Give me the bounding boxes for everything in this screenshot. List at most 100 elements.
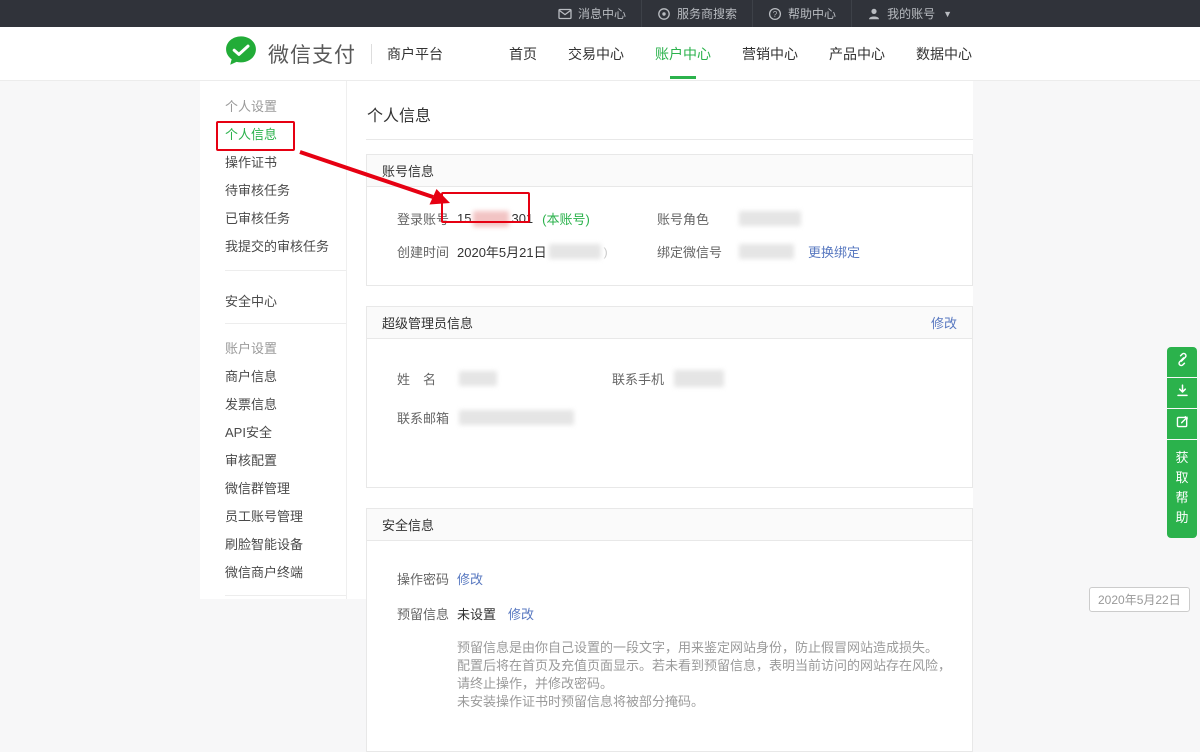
security-info-card-body: 操作密码 修改 预留信息 未设置 修改 预留信息是由你自己设置的一段文字，用来鉴… <box>367 541 972 751</box>
topbar-message-label: 消息中心 <box>578 5 626 22</box>
brand-title: 微信支付 <box>268 39 356 69</box>
user-icon <box>867 7 881 21</box>
date-tooltip: 2020年5月22日 <box>1089 587 1190 612</box>
divider <box>371 44 372 64</box>
created-time-label: 创建时间 <box>397 242 457 261</box>
download-button[interactable] <box>1167 378 1197 408</box>
login-account-label: 登录账号 <box>397 209 457 228</box>
sidebar-item-api-security[interactable]: API安全 <box>200 419 346 447</box>
main-content: 个人信息 账号信息 登录账号 15301 (本账号) <box>347 81 973 599</box>
redacted-account-role <box>739 211 801 226</box>
modify-reserved-info-link[interactable]: 修改 <box>508 604 534 623</box>
divider <box>366 139 973 140</box>
super-admin-card-body: 姓 名 联系手机 联系邮箱 <box>367 339 972 487</box>
divider <box>225 323 346 324</box>
account-info-card-body: 登录账号 15301 (本账号) 账号角色 <box>367 187 972 285</box>
sidebar-item-staff-account-management[interactable]: 员工账号管理 <box>200 503 346 531</box>
security-info-card-header: 安全信息 <box>367 509 972 541</box>
sidebar-group-account-settings: 账户设置 <box>200 335 346 363</box>
sidebar: 个人设置 个人信息 操作证书 待审核任务 已审核任务 我提交的审核任务 安全中心… <box>200 81 347 599</box>
header: 微信支付 商户平台 首页 交易中心 账户中心 营销中心 产品中心 数据中心 <box>0 27 1200 81</box>
sidebar-item-reviewed-tasks[interactable]: 已审核任务 <box>200 205 346 233</box>
svg-text:?: ? <box>773 9 778 18</box>
paren-fragment: ) <box>604 245 608 259</box>
topbar-service-search[interactable]: 服务商搜索 <box>641 0 752 27</box>
page-title: 个人信息 <box>366 100 973 126</box>
modify-password-link[interactable]: 修改 <box>457 569 483 588</box>
link-icon <box>1175 352 1190 372</box>
topbar-my-account-label: 我的账号 <box>887 5 935 22</box>
account-info-card-header: 账号信息 <box>367 155 972 187</box>
topbar-message-center[interactable]: 消息中心 <box>543 0 641 27</box>
main-nav: 首页 交易中心 账户中心 营销中心 产品中心 数据中心 <box>507 27 974 81</box>
nav-home[interactable]: 首页 <box>507 40 539 68</box>
divider <box>225 595 346 596</box>
operation-password-row: 操作密码 修改 <box>397 569 952 588</box>
get-help-button[interactable]: 获取帮助 <box>1167 440 1197 538</box>
sidebar-item-my-submitted-review-tasks[interactable]: 我提交的审核任务 <box>200 233 346 261</box>
sidebar-item-operation-certificate[interactable]: 操作证书 <box>200 149 346 177</box>
service-search-icon <box>657 7 671 21</box>
sidebar-item-security-center[interactable]: 安全中心 <box>200 288 346 316</box>
nav-transaction-center[interactable]: 交易中心 <box>566 40 626 68</box>
redacted-contact-phone <box>674 370 724 387</box>
nav-marketing-center[interactable]: 营销中心 <box>740 40 800 68</box>
sidebar-item-pending-review-tasks[interactable]: 待审核任务 <box>200 177 346 205</box>
brand-area: 微信支付 商户平台 <box>224 34 443 73</box>
login-account-value: 15301 (本账号) <box>457 209 590 228</box>
reserved-info-row: 预留信息 未设置 修改 <box>397 604 952 623</box>
topbar-help-center[interactable]: ? 帮助中心 <box>752 0 851 27</box>
super-admin-card-header: 超级管理员信息 修改 <box>367 307 972 339</box>
divider <box>225 270 346 271</box>
topbar-my-account[interactable]: 我的账号 ▼ <box>851 0 967 27</box>
security-info-card: 安全信息 操作密码 修改 预留信息 未设置 修改 <box>366 508 973 752</box>
sidebar-item-invoice-info[interactable]: 发票信息 <box>200 391 346 419</box>
portal-title: 商户平台 <box>387 44 443 64</box>
contact-phone-label: 联系手机 <box>612 369 672 388</box>
login-prefix: 15 <box>457 211 471 226</box>
sidebar-item-face-smart-device[interactable]: 刷脸智能设备 <box>200 531 346 559</box>
content-wrapper: 个人设置 个人信息 操作证书 待审核任务 已审核任务 我提交的审核任务 安全中心… <box>200 81 973 599</box>
nav-product-center[interactable]: 产品中心 <box>827 40 887 68</box>
contact-email-label: 联系邮箱 <box>397 408 457 427</box>
mail-icon <box>558 7 572 21</box>
admin-email-row: 联系邮箱 <box>397 408 952 427</box>
redacted-admin-name <box>459 371 497 386</box>
reserved-info-status: 未设置 <box>457 604 496 623</box>
admin-name-row: 姓 名 联系手机 <box>397 369 952 388</box>
wechat-pay-logo <box>224 34 258 73</box>
change-binding-link[interactable]: 更换绑定 <box>808 242 860 261</box>
reserved-info-description: 预留信息是由你自己设置的一段文字，用来鉴定网站身份，防止假冒网站造成损失。 配置… <box>457 639 952 711</box>
reserved-info-label: 预留信息 <box>397 604 457 623</box>
sidebar-item-review-config[interactable]: 审核配置 <box>200 447 346 475</box>
created-date: 2020年5月21日 <box>457 242 547 261</box>
sidebar-item-wechat-group-management[interactable]: 微信群管理 <box>200 475 346 503</box>
sidebar-item-merchant-info[interactable]: 商户信息 <box>200 363 346 391</box>
chevron-down-icon: ▼ <box>943 9 952 19</box>
sidebar-group-personal-settings: 个人设置 <box>200 93 346 121</box>
login-account-row: 登录账号 15301 (本账号) 账号角色 <box>397 209 952 228</box>
page-body: 个人设置 个人信息 操作证书 待审核任务 已审核任务 我提交的审核任务 安全中心… <box>0 81 1200 599</box>
sidebar-item-wechat-merchant-terminal[interactable]: 微信商户终端 <box>200 559 346 587</box>
section-title-security-info: 安全信息 <box>382 515 434 534</box>
current-account-note: (本账号) <box>542 209 590 228</box>
nav-data-center[interactable]: 数据中心 <box>914 40 974 68</box>
sidebar-item-personal-info[interactable]: 个人信息 <box>200 121 346 149</box>
help-icon: ? <box>768 7 782 21</box>
edit-icon <box>1175 414 1190 434</box>
desc-line-3: 未安装操作证书时预留信息将被部分掩码。 <box>457 693 952 711</box>
feedback-button[interactable] <box>1167 409 1197 439</box>
modify-admin-link[interactable]: 修改 <box>931 313 957 332</box>
nav-account-center[interactable]: 账户中心 <box>653 40 713 68</box>
link-button[interactable] <box>1167 347 1197 377</box>
section-title-account-info: 账号信息 <box>382 161 434 180</box>
account-role-label: 账号角色 <box>657 209 737 228</box>
topbar-help-label: 帮助中心 <box>788 5 836 22</box>
created-time-row: 创建时间 2020年5月21日 ) 绑定微信号 更换绑定 <box>397 242 952 261</box>
bound-wechat-label: 绑定微信号 <box>657 242 737 261</box>
topbar: 消息中心 服务商搜索 ? 帮助中心 我的账号 ▼ <box>0 0 1200 27</box>
redacted-login-middle <box>473 211 509 227</box>
download-icon <box>1175 383 1190 403</box>
get-help-label: 获取帮助 <box>1175 448 1189 528</box>
super-admin-card: 超级管理员信息 修改 姓 名 联系手机 <box>366 306 973 488</box>
